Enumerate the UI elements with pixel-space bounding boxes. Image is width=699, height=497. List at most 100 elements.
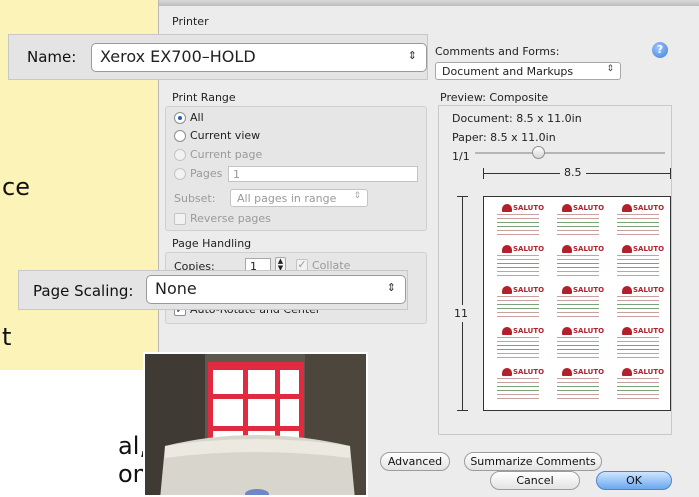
label-text-line: [497, 341, 539, 342]
label-text-line: [557, 312, 599, 313]
comments-forms-value: Document and Markups: [442, 65, 574, 78]
preview-label-cell: SALUTO: [494, 326, 544, 364]
label-brand-text: SALUTO: [513, 204, 545, 212]
label-brand-text: SALUTO: [633, 327, 665, 335]
label-text-line: [557, 382, 599, 383]
label-text-line: [497, 226, 539, 227]
label-text-line: [557, 349, 599, 350]
reverse-pages-checkbox[interactable]: [174, 213, 186, 225]
label-text-line: [617, 218, 659, 219]
printer-photo-image: [145, 354, 366, 495]
height-dimension-label: 11: [454, 305, 468, 322]
reverse-pages-label: Reverse pages: [190, 212, 271, 225]
summarize-comments-button[interactable]: Summarize Comments: [464, 452, 602, 471]
label-text-line: [497, 312, 539, 313]
label-brand-text: SALUTO: [573, 245, 605, 253]
label-text-line: [617, 382, 659, 383]
preview-label-cell: SALUTO: [494, 367, 545, 405]
radio-current-page[interactable]: [174, 149, 186, 161]
label-text-line: [617, 234, 659, 235]
comments-forms-select[interactable]: Document and Markups ⇕: [435, 62, 621, 80]
radio-current-page-label: Current page: [190, 148, 263, 161]
select-arrows-icon: ⇕: [606, 64, 614, 74]
label-brand-text: SALUTO: [513, 368, 545, 376]
help-question-icon[interactable]: ?: [652, 42, 668, 58]
label-text-line: [497, 275, 539, 276]
height-dimension-tick: [457, 196, 468, 197]
label-text-line: [497, 316, 539, 317]
preview-label-cell: SALUTO: [554, 326, 604, 364]
label-brand-text: SALUTO: [573, 204, 605, 212]
label-brand-text: SALUTO: [633, 245, 665, 253]
label-text-line: [497, 345, 539, 346]
label-text-line: [617, 378, 659, 379]
label-text-line: [617, 316, 659, 317]
label-text-line: [497, 394, 539, 395]
label-text-line: [617, 255, 659, 256]
label-text-line: [557, 218, 599, 219]
printer-name-value: Xerox EX700–HOLD: [100, 47, 256, 66]
document-size-text: Document: 8.5 x 11.0in: [452, 112, 582, 125]
label-text-line: [557, 300, 599, 301]
label-logo-icon: [622, 286, 632, 294]
label-text-line: [497, 214, 539, 215]
radio-current-view[interactable]: [174, 130, 186, 142]
page-slider-thumb[interactable]: [532, 146, 545, 159]
paper-size-text: Paper: 8.5 x 11.0in: [452, 131, 556, 144]
label-text-line: [497, 234, 539, 235]
label-text-line: [497, 218, 539, 219]
label-text-line: [497, 255, 539, 256]
label-text-line: [617, 398, 659, 399]
preview-header: Preview: Composite: [440, 91, 549, 104]
radio-pages[interactable]: [174, 168, 186, 180]
radio-all-label: All: [190, 111, 204, 124]
label-text-line: [557, 398, 599, 399]
article-text-fragment: t: [2, 323, 12, 351]
preview-label-cell: SALUTO: [614, 367, 664, 405]
label-brand-text: SALUTO: [573, 368, 605, 376]
page-scaling-select[interactable]: None ⇕: [146, 275, 406, 304]
radio-current-view-label: Current view: [190, 129, 261, 142]
label-text-line: [557, 353, 599, 354]
advanced-button[interactable]: Advanced: [380, 452, 450, 471]
label-text-line: [617, 263, 659, 264]
width-dimension-tick: [483, 168, 484, 179]
ok-button[interactable]: OK: [596, 471, 672, 490]
label-text-line: [617, 349, 659, 350]
subset-select[interactable]: All pages in range ⇕: [230, 189, 368, 207]
label-text-line: [557, 255, 599, 256]
pages-input[interactable]: 1: [228, 166, 418, 182]
label-text-line: [617, 275, 659, 276]
label-logo-icon: [502, 327, 512, 335]
label-text-line: [557, 378, 599, 379]
page-scaling-label: Page Scaling:: [33, 282, 134, 300]
preview-label-cell: SALUTO: [554, 285, 604, 323]
radio-pages-label: Pages: [190, 167, 223, 180]
printer-name-select[interactable]: Xerox EX700–HOLD ⇕: [91, 43, 427, 72]
label-text-line: [617, 259, 659, 260]
radio-all[interactable]: [174, 112, 186, 124]
select-arrows-icon: ⇕: [407, 49, 417, 62]
label-text-line: [497, 378, 539, 379]
label-logo-icon: [502, 245, 512, 253]
label-text-line: [557, 259, 599, 260]
printer-section-header: Printer: [172, 15, 209, 28]
label-text-line: [557, 341, 599, 342]
label-text-line: [617, 296, 659, 297]
label-text-line: [557, 275, 599, 276]
page-count-text: 1/1: [452, 150, 470, 163]
label-text-line: [497, 267, 539, 268]
page-slider-track[interactable]: [475, 152, 665, 154]
label-text-line: [497, 357, 539, 358]
label-text-line: [617, 386, 659, 387]
label-brand-text: SALUTO: [633, 286, 665, 294]
label-text-line: [617, 345, 659, 346]
label-text-line: [617, 267, 659, 268]
label-text-line: [557, 263, 599, 264]
label-text-line: [497, 386, 539, 387]
article-text-fragment: ce: [2, 173, 30, 201]
label-text-line: [497, 353, 539, 354]
cancel-button[interactable]: Cancel: [490, 471, 580, 490]
print-range-header: Print Range: [172, 91, 236, 104]
label-brand-text: SALUTO: [513, 245, 545, 253]
